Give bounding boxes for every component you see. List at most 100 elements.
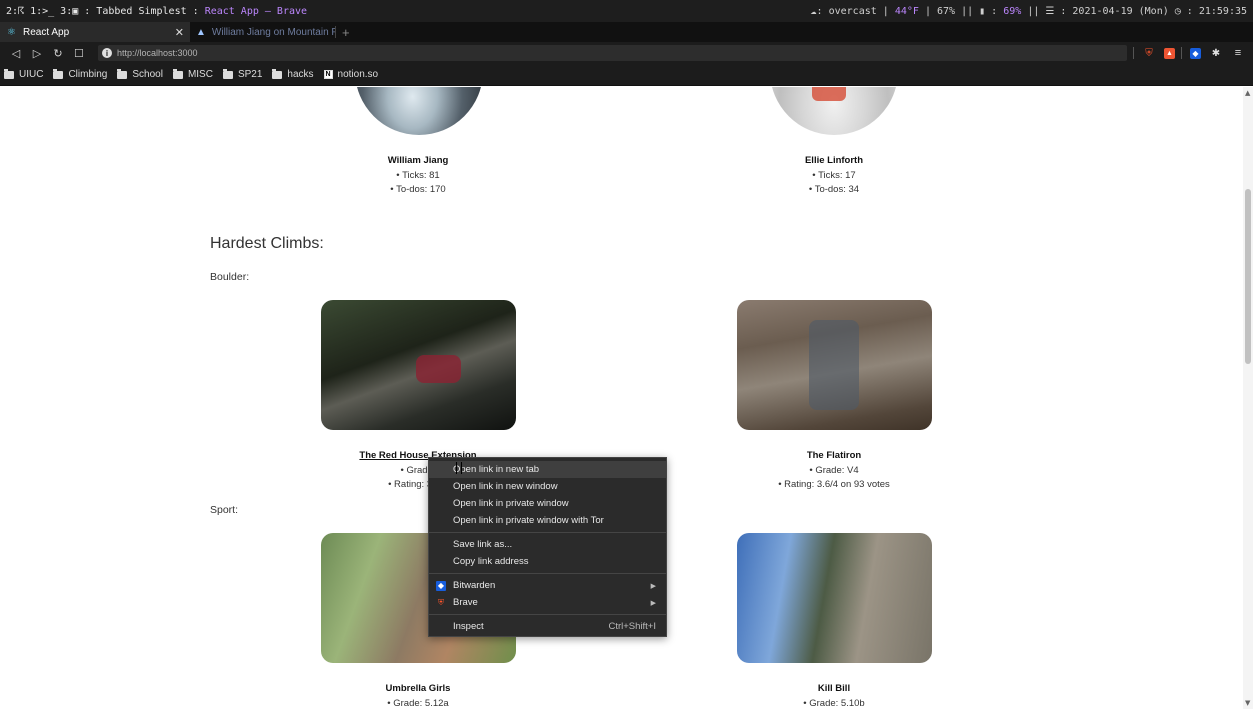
bookmark-climbing[interactable]: Climbing	[53, 68, 108, 80]
humidity-status: | 67% ||	[918, 5, 980, 17]
bookmark-notion[interactable]: Nnotion.so	[323, 69, 379, 80]
notion-icon: N	[323, 70, 333, 79]
folder-icon	[4, 68, 14, 79]
wm-workspaces[interactable]: 2:☈ 1:>_ 3:▣ : Tabbed Simplest :	[6, 6, 205, 17]
climb-name-link[interactable]: The Flatiron	[724, 450, 944, 461]
avatar	[770, 87, 898, 135]
address-bar[interactable]: i http://localhost:3000	[97, 45, 1127, 61]
bitwarden-extension-icon[interactable]: ◆	[1190, 47, 1201, 59]
forward-button[interactable]: ▷	[29, 45, 45, 61]
bookmark-label: Climbing	[68, 69, 108, 80]
menu-item-label: Inspect	[453, 621, 484, 632]
menu-open-private-window[interactable]: Open link in private window	[429, 495, 666, 512]
close-icon[interactable]: ✕	[175, 26, 184, 39]
wm-left: 2:☈ 1:>_ 3:▣ : Tabbed Simplest : React A…	[6, 6, 307, 17]
context-menu: Open link in new tab Open link in new wi…	[428, 457, 667, 637]
info-icon[interactable]: i	[101, 48, 112, 58]
menu-inspect[interactable]: Inspect Ctrl+Shift+I	[429, 618, 666, 635]
bookmark-misc[interactable]: MISC	[172, 68, 213, 80]
submenu-arrow-icon: ▶	[650, 582, 656, 590]
avatar	[355, 87, 483, 135]
hardest-climbs-heading: Hardest Climbs:	[210, 235, 324, 252]
menu-divider	[429, 532, 666, 533]
scroll-thumb[interactable]	[1245, 189, 1251, 364]
menu-open-new-tab[interactable]: Open link in new tab	[429, 461, 666, 478]
person-card: Ellie Linforth Ticks: 17 To-dos: 34	[724, 155, 944, 197]
date-time: || ☰ : 2021-04-19 (Mon) ◷ : 21:59:35	[1021, 5, 1247, 17]
menu-item-label: Bitwarden	[453, 580, 496, 591]
climb-photo[interactable]	[321, 300, 516, 430]
url-text[interactable]: http://localhost:3000	[117, 48, 198, 58]
menu-bitwarden[interactable]: ◆ Bitwarden ▶	[429, 577, 666, 594]
climb-name-link[interactable]: Umbrella Girls	[308, 683, 528, 694]
climb-photo[interactable]	[737, 533, 932, 663]
bitwarden-icon: ◆	[436, 580, 446, 591]
bookmark-label: notion.so	[337, 69, 379, 80]
folder-icon	[53, 68, 64, 79]
climb-photo[interactable]	[737, 300, 932, 430]
menu-brave[interactable]: ⛨ Brave ▶	[429, 594, 666, 611]
menu-open-private-tor[interactable]: Open link in private window with Tor	[429, 512, 666, 529]
menu-icon[interactable]: ≡	[1231, 46, 1245, 60]
brave-shield-icon[interactable]: ⛨	[1142, 46, 1156, 60]
climb-card: Kill Bill Grade: 5.10b	[724, 683, 944, 709]
bookmark-label: hacks	[287, 69, 314, 80]
menu-divider	[429, 614, 666, 615]
climb-card: The Flatiron Grade: V4 Rating: 3.6/4 on …	[724, 450, 944, 492]
menu-item-label: Open link in new tab	[453, 464, 540, 475]
battery-status: 69%	[1003, 5, 1022, 17]
ticks-count: Ticks: 17	[724, 169, 944, 183]
menu-item-label: Open link in private window with Tor	[453, 515, 604, 526]
inspect-shortcut: Ctrl+Shift+I	[608, 621, 656, 632]
weather-status: ☁: overcast |	[810, 5, 895, 17]
extensions-area: ⛨ ▲ ◆ ✱ ≡	[1127, 46, 1245, 60]
toolbar-divider	[1133, 47, 1134, 59]
climb-name-link[interactable]: Kill Bill	[724, 683, 944, 694]
menu-open-new-window[interactable]: Open link in new window	[429, 478, 666, 495]
todos-count: To-dos: 170	[308, 183, 528, 197]
reload-button[interactable]: ↻	[50, 45, 66, 61]
bookmark-label: SP21	[237, 69, 263, 80]
tab-label: William Jiang on Mountain Proj	[211, 26, 335, 38]
climb-grade: Grade: V4	[724, 464, 944, 478]
new-tab-button[interactable]: +	[336, 25, 356, 40]
toolbar-divider	[1181, 47, 1182, 59]
bookmark-label: MISC	[187, 69, 213, 80]
extensions-puzzle-icon[interactable]: ✱	[1209, 46, 1223, 60]
brave-rewards-icon[interactable]: ▲	[1164, 47, 1175, 59]
menu-save-link-as[interactable]: Save link as...	[429, 536, 666, 553]
submenu-arrow-icon: ▶	[650, 599, 656, 607]
person-card: William Jiang Ticks: 81 To-dos: 170	[308, 155, 528, 197]
person-name: William Jiang	[387, 155, 449, 166]
bookmark-sp21[interactable]: SP21	[222, 68, 263, 80]
menu-copy-link-address[interactable]: Copy link address	[429, 553, 666, 570]
mountain-project-icon: ▲	[196, 26, 206, 38]
folder-icon	[222, 68, 233, 79]
menu-divider	[429, 573, 666, 574]
bookmark-button[interactable]: ☐	[71, 45, 87, 61]
tab-label: React App	[23, 26, 70, 38]
bookmark-hacks[interactable]: hacks	[272, 68, 314, 80]
folder-icon	[272, 68, 283, 79]
page-scrollbar[interactable]: ▲ ▼	[1243, 87, 1253, 709]
bookmark-school[interactable]: School	[117, 68, 163, 80]
tab-mountain-project[interactable]: ▲ William Jiang on Mountain Proj	[190, 22, 335, 42]
ticks-count: Ticks: 81	[308, 169, 528, 183]
tab-react-app[interactable]: ⚛ React App ✕	[0, 22, 190, 42]
person-name: Ellie Linforth	[804, 155, 864, 166]
bookmark-label: School	[132, 69, 163, 80]
scroll-down-icon[interactable]: ▼	[1245, 699, 1250, 707]
brave-icon: ⛨	[438, 597, 444, 607]
wm-window-title: React App – Brave	[204, 5, 308, 17]
bookmark-uiuc[interactable]: UIUC	[4, 68, 44, 80]
folder-icon	[117, 68, 128, 79]
bookmark-label: UIUC	[19, 69, 44, 80]
back-button[interactable]: ◁	[8, 45, 24, 61]
menu-item-label: Open link in private window	[453, 498, 569, 509]
menu-item-label: Save link as...	[453, 539, 513, 550]
menu-item-label: Copy link address	[453, 556, 529, 567]
scroll-up-icon[interactable]: ▲	[1245, 89, 1250, 97]
climb-grade: Grade: 5.10b	[724, 697, 944, 709]
wm-status: ☁: overcast | 44°F | 67% || ▮ : 69% || ☰…	[811, 6, 1247, 17]
react-icon: ⚛	[7, 26, 16, 38]
